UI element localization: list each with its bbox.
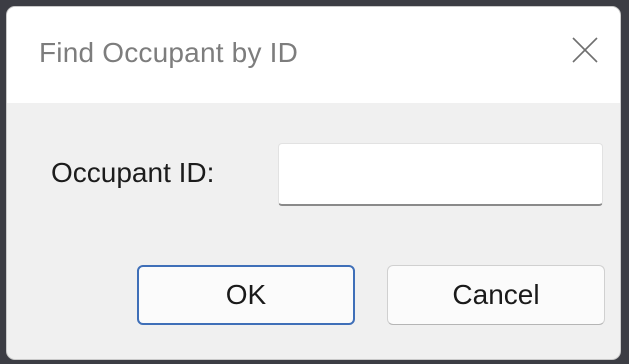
dialog-titlebar: Find Occupant by ID xyxy=(7,7,620,103)
find-occupant-dialog: Find Occupant by ID Occupant ID: OK Canc… xyxy=(6,6,621,360)
close-button[interactable] xyxy=(562,27,608,73)
occupant-id-row: Occupant ID: xyxy=(7,143,620,213)
occupant-id-input[interactable] xyxy=(278,143,603,206)
close-icon xyxy=(572,37,598,63)
ok-button[interactable]: OK xyxy=(137,265,355,325)
dialog-title: Find Occupant by ID xyxy=(39,37,299,68)
occupant-id-label: Occupant ID: xyxy=(51,157,215,188)
cancel-button[interactable]: Cancel xyxy=(387,265,605,325)
